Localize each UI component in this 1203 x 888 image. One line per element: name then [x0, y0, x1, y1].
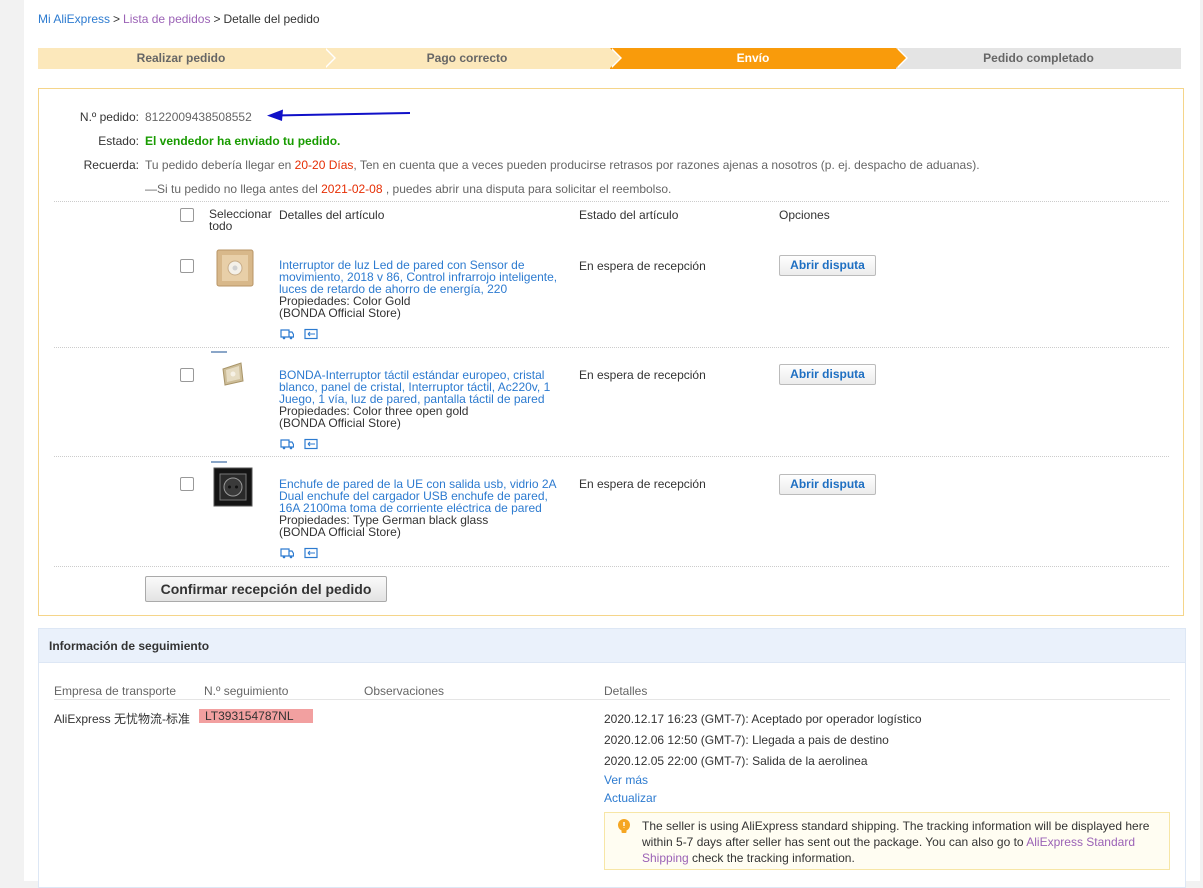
dispute-pre: —Si tu pedido no llega antes del	[145, 182, 322, 196]
item-checkbox[interactable]	[180, 477, 194, 491]
confirm-receipt-button[interactable]: Confirmar recepción del pedido	[145, 576, 387, 602]
col-tracking-number: N.º seguimiento	[204, 684, 289, 698]
col-options: Opciones	[779, 208, 830, 222]
tracking-event: 2020.12.05 22:00 (GMT-7): Salida de la a…	[604, 754, 868, 768]
order-number: 8122009438508552	[145, 110, 252, 124]
breadcrumb-separator: >	[213, 12, 221, 26]
order-progress-steps: Realizar pedido Pago correcto Envío Pedi…	[38, 48, 1181, 69]
product-image-touch-switch	[211, 351, 244, 386]
item-title-link[interactable]: Enchufe de pared de la UE con salida usb…	[279, 478, 561, 514]
order-status-row: Estado: El vendedor ha enviado tu pedido…	[39, 134, 1179, 150]
product-thumbnail[interactable]	[211, 461, 255, 507]
order-status-label: Estado:	[98, 134, 139, 148]
product-image-usb-socket	[211, 461, 253, 507]
select-all-label: Seleccionar todo	[209, 207, 272, 233]
tracking-number[interactable]: LT393154787NL	[199, 709, 313, 723]
dispute-deadline-text: —Si tu pedido no llega antes del 2021-02…	[145, 182, 671, 196]
tracking-title: Información de seguimiento	[49, 639, 210, 653]
breadcrumb-my-aliexpress[interactable]: Mi AliExpress	[38, 12, 110, 26]
item-checkbox[interactable]	[180, 259, 194, 273]
divider	[54, 201, 1169, 202]
delivery-days: 20-20 Días	[294, 158, 354, 172]
step-completed: Pedido completado	[896, 48, 1181, 69]
annotation-arrow	[267, 109, 411, 121]
item-status: En espera de recepción	[579, 477, 706, 491]
step-payment-ok: Pago correcto	[324, 48, 622, 69]
order-number-row: N.º pedido: 8122009438508552	[39, 110, 1179, 126]
order-status: El vendedor ha enviado tu pedido.	[145, 134, 341, 148]
divider	[54, 566, 1169, 567]
col-carrier: Empresa de transporte	[54, 684, 177, 698]
reminder-pre: Tu pedido debería llegar en	[145, 158, 295, 172]
truck-icon[interactable]	[280, 438, 294, 450]
order-summary-box: N.º pedido: 8122009438508552 Estado: El …	[38, 88, 1184, 616]
step-label: Envío	[736, 51, 770, 65]
breadcrumb-current: Detalle del pedido	[223, 12, 320, 26]
carrier-name: AliExpress 无忧物流-标准	[54, 712, 191, 726]
refund-icon[interactable]	[304, 438, 318, 450]
open-dispute-button[interactable]: Abrir disputa	[779, 255, 876, 276]
order-number-label: N.º pedido:	[79, 110, 139, 124]
notice-post: check the tracking information.	[688, 851, 855, 865]
item-status: En espera de recepción	[579, 259, 706, 273]
reminder-label: Recuerda:	[83, 158, 139, 172]
refund-icon[interactable]	[304, 547, 318, 559]
product-thumbnail[interactable]	[216, 249, 254, 287]
step-shipping: Envío	[610, 48, 908, 69]
step-label: Pedido completado	[983, 51, 1094, 65]
tracking-info-panel: Información de seguimiento Empresa de tr…	[38, 628, 1186, 888]
item-title-link[interactable]: BONDA-Interruptor táctil estándar europe…	[279, 369, 561, 405]
lightbulb-icon	[618, 819, 630, 833]
item-title-link[interactable]: Interruptor de luz Led de pared con Sens…	[279, 259, 561, 295]
col-item-status: Estado del artículo	[579, 208, 679, 222]
divider	[54, 347, 1169, 348]
col-notes: Observaciones	[364, 684, 445, 698]
shipping-notice-text: The seller is using AliExpress standard …	[642, 818, 1162, 866]
refund-icon[interactable]	[304, 328, 318, 340]
step-label: Realizar pedido	[136, 51, 226, 65]
dispute-date: 2021-02-08	[321, 182, 383, 196]
reminder-row: Recuerda: Tu pedido debería llegar en 20…	[39, 158, 1179, 174]
reminder-post: , Ten en cuenta que a veces pueden produ…	[353, 158, 980, 172]
item-checkbox[interactable]	[180, 368, 194, 382]
product-image-sensor-switch	[216, 249, 254, 287]
col-item-details: Detalles del artículo	[279, 208, 385, 222]
item-store: (BONDA Official Store)	[279, 306, 401, 320]
breadcrumb-separator: >	[113, 12, 121, 26]
see-more-link[interactable]: Ver más	[604, 773, 648, 787]
tracking-event: 2020.12.06 12:50 (GMT-7): Llegada a pais…	[604, 733, 889, 747]
truck-icon[interactable]	[280, 547, 294, 559]
product-thumbnail[interactable]	[211, 351, 255, 395]
truck-icon[interactable]	[280, 328, 294, 340]
divider	[54, 699, 1170, 700]
step-label: Pago correcto	[426, 51, 508, 65]
item-store: (BONDA Official Store)	[279, 416, 401, 430]
open-dispute-button[interactable]: Abrir disputa	[779, 474, 876, 495]
refresh-link[interactable]: Actualizar	[604, 791, 657, 805]
shipping-notice: The seller is using AliExpress standard …	[604, 812, 1170, 870]
item-store: (BONDA Official Store)	[279, 525, 401, 539]
divider	[54, 456, 1169, 457]
step-place-order: Realizar pedido	[38, 48, 336, 69]
col-details: Detalles	[604, 684, 648, 698]
open-dispute-button[interactable]: Abrir disputa	[779, 364, 876, 385]
reminder-text: Tu pedido debería llegar en 20-20 Días, …	[145, 158, 980, 172]
dispute-post: , puedes abrir una disputa para solicita…	[382, 182, 672, 196]
dispute-deadline-row: —Si tu pedido no llega antes del 2021-02…	[39, 182, 1179, 198]
tracking-event: 2020.12.17 16:23 (GMT-7): Aceptado por o…	[604, 712, 922, 726]
breadcrumb: Mi AliExpress > Lista de pedidos > Detalle d…	[38, 12, 320, 26]
order-detail-page: Mi AliExpress > Lista de pedidos > Detalle d…	[24, 0, 1200, 888]
item-status: En espera de recepción	[579, 368, 706, 382]
tracking-header: Información de seguimiento	[39, 629, 1185, 663]
select-all-checkbox[interactable]	[180, 208, 194, 222]
breadcrumb-order-list[interactable]: Lista de pedidos	[123, 12, 210, 26]
